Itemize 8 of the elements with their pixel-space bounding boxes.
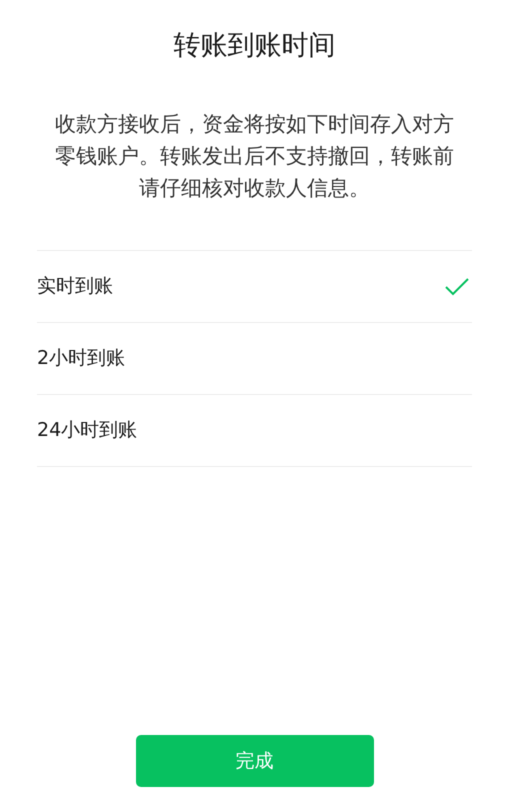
option-label: 2小时到账 xyxy=(37,346,126,372)
transfer-option[interactable]: 2小时到账 xyxy=(37,323,472,395)
option-label: 实时到账 xyxy=(37,274,113,300)
transfer-option[interactable]: 24小时到账 xyxy=(37,395,472,467)
transfer-option[interactable]: 实时到账 xyxy=(37,251,472,323)
option-label: 24小时到账 xyxy=(37,418,138,444)
description-text: 收款方接收后，资金将按如下时间存入对方零钱账户。转账发出后不支持撤回，转账前请仔细核对收款人信息。 xyxy=(54,111,455,202)
page-title: 转账到账时间 xyxy=(174,29,336,63)
